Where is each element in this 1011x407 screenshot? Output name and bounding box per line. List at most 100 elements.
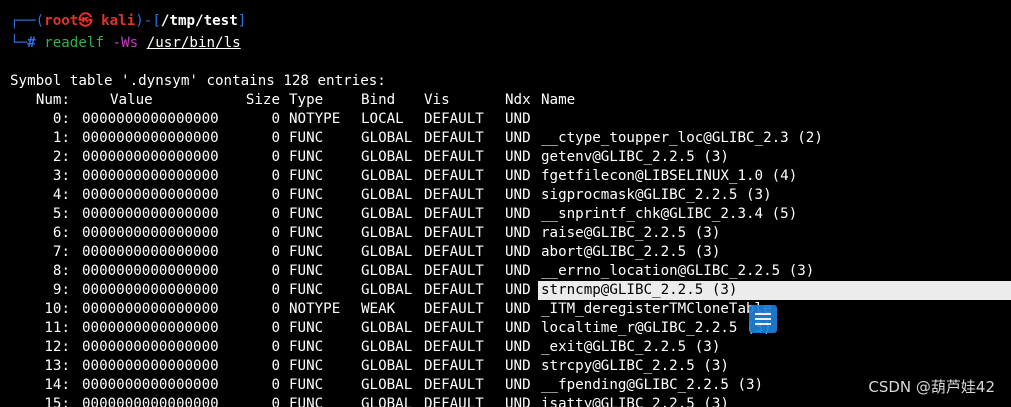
prompt-frame-top: ┌──( [10,13,45,29]
table-row: 13: 0000000000000000 0 FUNC GLOBAL DEFAU… [0,357,1011,376]
row-num: 4: [52,187,70,203]
row-bind: GLOBAL [361,149,413,165]
table-row: 7: 0000000000000000 0 FUNC GLOBAL DEFAUL… [0,243,1011,262]
row-value: 0000000000000000 [82,206,219,222]
row-vis: DEFAULT [424,168,484,184]
row-bind: WEAK [361,301,396,317]
row-vis: DEFAULT [424,225,484,241]
list-menu-icon[interactable] [749,305,777,333]
table-row: 0: 0000000000000000 0 NOTYPE LOCAL DEFAU… [0,110,1011,129]
row-num: 2: [52,149,70,165]
row-vis: DEFAULT [424,263,484,279]
header-num: Num: [35,92,70,108]
row-ndx: UND [505,358,531,374]
row-name: __fpending@GLIBC_2.2.5 (3) [541,377,764,393]
row-value: 0000000000000000 [82,225,219,241]
row-bind: GLOBAL [361,263,413,279]
table-header: Num: Value Size Type Bind Vis Ndx Name [0,91,1011,110]
row-name-selected[interactable]: strncmp@GLIBC_2.2.5 (3) [541,281,737,300]
row-ndx: UND [505,111,531,127]
row-ndx: UND [505,339,531,355]
row-vis: DEFAULT [424,301,484,317]
row-num: 7: [52,244,70,260]
row-size: 0 [271,168,280,184]
row-name: fgetfilecon@LIBSELINUX_1.0 (4) [541,168,798,184]
terminal-window[interactable]: ┌──(root㉿ kali)-[/tmp/test] └─# readelf … [0,0,1011,407]
row-name: __ctype_toupper_loc@GLIBC_2.3 (2) [541,130,823,146]
row-type: NOTYPE [289,111,341,127]
row-type: FUNC [289,187,324,203]
table-row: 1: 0000000000000000 0 FUNC GLOBAL DEFAUL… [0,129,1011,148]
row-name: _exit@GLIBC_2.2.5 (3) [541,339,721,355]
table-row: 3: 0000000000000000 0 FUNC GLOBAL DEFAUL… [0,167,1011,186]
row-value: 0000000000000000 [82,358,219,374]
row-value: 0000000000000000 [82,320,219,336]
command-flag: -Ws [112,35,139,51]
row-bind: GLOBAL [361,187,413,203]
row-num: 10: [44,301,70,317]
prompt-current-dir: /tmp/test [160,13,238,29]
table-row: 8: 0000000000000000 0 FUNC GLOBAL DEFAUL… [0,262,1011,281]
row-ndx: UND [505,244,531,260]
list-menu-icon-line [755,323,771,325]
table-row: 4: 0000000000000000 0 FUNC GLOBAL DEFAUL… [0,186,1011,205]
prompt-line-top: ┌──(root㉿ kali)-[/tmp/test] [10,12,246,31]
row-type: FUNC [289,320,324,336]
row-value: 0000000000000000 [82,244,219,260]
row-size: 0 [271,339,280,355]
table-row: 11: 0000000000000000 0 FUNC GLOBAL DEFAU… [0,319,1011,338]
row-vis: DEFAULT [424,149,484,165]
header-type: Type [289,92,324,108]
row-bind: GLOBAL [361,168,413,184]
table-row-selected[interactable]: 9: 0000000000000000 0 FUNC GLOBAL DEFAUL… [0,281,1011,300]
row-num: 14: [44,377,70,393]
row-ndx: UND [505,225,531,241]
row-type: FUNC [289,396,324,407]
row-ndx: UND [505,320,531,336]
row-size: 0 [271,149,280,165]
row-ndx: UND [505,187,531,203]
prompt-hash: # [27,35,36,51]
row-name: isatty@GLIBC_2.2.5 (3) [541,396,729,407]
row-name: _ITM_deregisterTMCloneTable [541,301,772,317]
row-num: 9: [52,282,70,298]
row-vis: DEFAULT [424,244,484,260]
row-num: 8: [52,263,70,279]
command-name: readelf [44,35,104,51]
row-bind: GLOBAL [361,339,413,355]
row-bind: GLOBAL [361,396,413,407]
table-row: 5: 0000000000000000 0 FUNC GLOBAL DEFAUL… [0,205,1011,224]
row-value: 0000000000000000 [82,263,219,279]
row-size: 0 [271,301,280,317]
row-ndx: UND [505,396,531,407]
row-num: 1: [52,130,70,146]
row-size: 0 [271,225,280,241]
row-ndx: UND [505,301,531,317]
command-line[interactable]: └─# readelf -Ws /usr/bin/ls [10,34,241,53]
header-ndx: Ndx [505,92,531,108]
row-ndx: UND [505,149,531,165]
row-vis: DEFAULT [424,187,484,203]
row-value: 0000000000000000 [82,396,219,407]
row-vis: DEFAULT [424,339,484,355]
row-bind: GLOBAL [361,358,413,374]
row-size: 0 [271,282,280,298]
row-ndx: UND [505,263,531,279]
row-ndx: UND [505,282,531,298]
row-value: 0000000000000000 [82,377,219,393]
prompt-frame-mid: )-[ [135,13,161,29]
header-name: Name [541,92,576,108]
table-row: 14: 0000000000000000 0 FUNC GLOBAL DEFAU… [0,376,1011,395]
row-ndx: UND [505,377,531,393]
row-ndx: UND [505,206,531,222]
row-num: 3: [52,168,70,184]
row-num: 0: [52,111,70,127]
row-bind: GLOBAL [361,377,413,393]
row-size: 0 [271,358,280,374]
row-vis: DEFAULT [424,377,484,393]
row-type: FUNC [289,263,324,279]
row-type: FUNC [289,225,324,241]
prompt-frame-bottom: └─ [10,35,28,51]
row-name: __errno_location@GLIBC_2.2.5 (3) [541,263,815,279]
row-size: 0 [271,396,280,407]
